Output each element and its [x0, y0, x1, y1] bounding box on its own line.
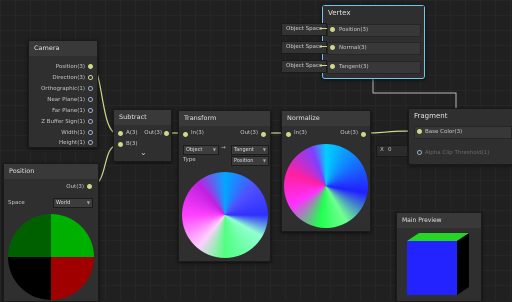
fragment-base-color-port[interactable] — [417, 129, 422, 134]
camera-height-port[interactable] — [88, 140, 93, 145]
vertex-tangent-label: Tangent(3) — [339, 64, 369, 70]
position-node[interactable]: Position Out(3) Space World ▼ — [3, 163, 99, 302]
alpha-value: 0 — [388, 147, 392, 153]
subtract-input-b: B(3) — [126, 141, 138, 147]
subtract-node-title: Subtract — [114, 110, 171, 125]
subtract-input-a: A(3) — [126, 130, 138, 136]
type-dropdown[interactable]: Position ▼ — [231, 156, 269, 166]
wire-vertex-to-fragment — [372, 78, 457, 108]
camera-output-position[interactable]: Position(3) — [56, 62, 85, 72]
fragment-base-color-label: Base Color(3) — [425, 129, 463, 135]
main-preview-panel[interactable]: Main Preview — [396, 212, 482, 302]
subtract-node[interactable]: Subtract A(3) B(3) Out(3) ⌄ — [113, 109, 172, 162]
camera-output-z-buffer-sign[interactable]: Z Buffer Sign(1) — [41, 117, 85, 127]
chevron-down-icon: ▼ — [262, 158, 266, 163]
vertex-position-label: Position(3) — [339, 27, 369, 33]
transform-node[interactable]: Transform In(3) Out(3) Object ▼ → Tangent… — [178, 110, 271, 262]
transform-output-label: Out(3) — [240, 130, 258, 136]
chevron-down-icon: ▼ — [262, 147, 266, 152]
transform-in-port[interactable] — [183, 132, 188, 137]
fragment-alpha-clip-port[interactable] — [417, 150, 422, 155]
alpha-clip-input[interactable]: X 0 — [376, 145, 408, 157]
camera-output-width[interactable]: Width(1) — [61, 128, 85, 138]
wire-normalize-to-fragment — [367, 130, 413, 134]
camera-direction-port[interactable] — [88, 75, 93, 80]
camera-output-near-plane[interactable]: Near Plane(1) — [47, 95, 85, 105]
position-out-port[interactable] — [87, 184, 92, 189]
vertex-normal-port[interactable] — [330, 45, 335, 50]
position-node-title: Position — [4, 164, 98, 179]
space-label: Space — [8, 200, 25, 206]
space-dropdown[interactable]: World ▼ — [53, 198, 93, 208]
transform-node-title: Transform — [179, 111, 270, 126]
to-space-dropdown[interactable]: Tangent ▼ — [231, 145, 269, 155]
vertex-position-source[interactable]: Object Space — [281, 23, 328, 36]
camera-near-plane-port[interactable] — [88, 97, 93, 102]
normalize-node-title: Normalize — [282, 111, 370, 126]
main-preview-title: Main Preview — [397, 213, 481, 228]
position-output-label[interactable]: Out(3) — [66, 182, 84, 192]
camera-width-port[interactable] — [88, 130, 93, 135]
vertex-tangent-link — [320, 65, 327, 66]
camera-output-far-plane[interactable]: Far Plane(1) — [52, 106, 85, 116]
position-preview-sphere — [8, 214, 94, 300]
subtract-b-port[interactable] — [118, 142, 123, 147]
camera-orthographic-port[interactable] — [88, 86, 93, 91]
camera-far-plane-port[interactable] — [88, 108, 93, 113]
vertex-tangent-source[interactable]: Object Space — [281, 60, 328, 73]
chevron-down-icon: ▼ — [212, 147, 216, 152]
vertex-normal-label: Normal(3) — [339, 45, 367, 51]
vertex-tangent-port[interactable] — [330, 64, 335, 69]
transform-input-label: In(3) — [191, 130, 204, 136]
camera-node-title: Camera — [29, 41, 97, 56]
alpha-axis-label: X — [380, 147, 384, 153]
camera-node[interactable]: Camera Position(3) Direction(3) Orthogra… — [28, 40, 98, 148]
collapse-chevron-icon[interactable]: ⌄ — [140, 148, 147, 157]
fragment-node[interactable]: Fragment Base Color(3) Alpha Clip Thresh… — [408, 108, 512, 165]
type-label: Type — [183, 157, 196, 163]
chevron-down-icon: ▼ — [86, 200, 90, 205]
vertex-normal-link — [320, 46, 327, 47]
vertex-position-link — [320, 28, 327, 29]
vertex-node-title: Vertex — [323, 6, 424, 21]
transform-arrow: → — [221, 145, 226, 151]
subtract-output-label: Out(3) — [144, 130, 162, 136]
normalize-in-port[interactable] — [286, 132, 291, 137]
normalize-output-label: Out(3) — [340, 130, 358, 136]
transform-preview-sphere — [182, 172, 268, 258]
camera-output-height[interactable]: Height(1) — [59, 138, 85, 148]
preview-cube — [407, 233, 469, 295]
vertex-position-port[interactable] — [330, 27, 335, 32]
subtract-a-port[interactable] — [118, 131, 123, 136]
camera-output-orthographic[interactable]: Orthographic(1) — [41, 84, 85, 94]
transform-out-port[interactable] — [261, 132, 266, 137]
camera-position-port[interactable] — [88, 64, 93, 69]
fragment-alpha-clip-label: Alpha Clip Threshold(1) — [425, 150, 490, 156]
vertex-normal-source[interactable]: Object Space — [281, 41, 328, 54]
normalize-out-port[interactable] — [361, 132, 366, 137]
from-space-dropdown[interactable]: Object ▼ — [183, 145, 219, 155]
subtract-out-port[interactable] — [164, 131, 169, 136]
camera-output-direction[interactable]: Direction(3) — [52, 73, 85, 83]
normalize-node[interactable]: Normalize In(3) Out(3) — [281, 110, 371, 232]
fragment-node-title: Fragment — [409, 109, 512, 124]
normalize-preview-sphere — [284, 144, 368, 228]
normalize-input-label: In(3) — [294, 130, 307, 136]
vertex-node[interactable]: Vertex Position(3) Normal(3) Tangent(3) — [322, 5, 425, 79]
camera-z-buffer-sign-port[interactable] — [88, 119, 93, 124]
